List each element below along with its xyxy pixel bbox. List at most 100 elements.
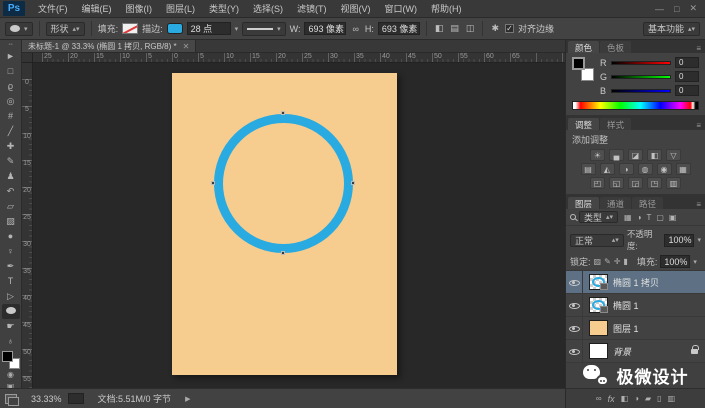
- visibility-toggle[interactable]: [566, 317, 583, 339]
- maximize-button[interactable]: □: [674, 4, 679, 14]
- panel-menu-icon[interactable]: ≡: [696, 200, 705, 209]
- layer-row[interactable]: 椭圆 1: [566, 294, 705, 317]
- color-spectrum-bar[interactable]: [572, 101, 699, 110]
- tab-color[interactable]: 颜色: [568, 41, 600, 53]
- stroke-width-input[interactable]: 28 点: [186, 22, 231, 35]
- menu-item[interactable]: 视图(V): [334, 0, 378, 17]
- layer-thumbnail[interactable]: [589, 343, 608, 359]
- shape-width-input[interactable]: 693 像素: [304, 22, 347, 35]
- layer-thumbnail[interactable]: [589, 320, 608, 336]
- zoom-level[interactable]: 33.33%: [23, 394, 68, 404]
- delete-layer-icon[interactable]: ▥: [668, 394, 676, 403]
- menu-item[interactable]: 图层(L): [159, 0, 202, 17]
- anchor-point-right[interactable]: [351, 181, 355, 185]
- visibility-toggle[interactable]: [566, 271, 583, 293]
- menu-item[interactable]: 选择(S): [246, 0, 290, 17]
- toolbar-grip[interactable]: ▪▪: [8, 42, 12, 48]
- path-alignment-icon[interactable]: ▤: [448, 23, 461, 34]
- lock-all-icon[interactable]: ▮: [623, 257, 627, 266]
- foreground-color-swatch[interactable]: [572, 57, 585, 70]
- ellipse-shape[interactable]: [214, 114, 353, 253]
- stroke-color-swatch[interactable]: [166, 23, 183, 34]
- spot-healing-brush-tool[interactable]: ✚: [2, 139, 20, 154]
- gradient-tool[interactable]: ▨: [2, 214, 20, 229]
- channel-slider[interactable]: [611, 88, 671, 93]
- fill-color-swatch[interactable]: [122, 23, 139, 34]
- history-brush-tool[interactable]: ↶: [2, 184, 20, 199]
- channel-value[interactable]: 0: [675, 71, 699, 82]
- menu-item[interactable]: 滤镜(T): [290, 0, 334, 17]
- color-balance-icon[interactable]: ◭: [599, 163, 615, 175]
- pen-tool[interactable]: ✒: [2, 259, 20, 274]
- lasso-tool[interactable]: ϱ: [2, 79, 20, 94]
- eraser-tool[interactable]: ▱: [2, 199, 20, 214]
- anchor-point-bottom[interactable]: [281, 251, 285, 255]
- tab-channels[interactable]: 通道: [600, 197, 632, 209]
- minimize-button[interactable]: —: [655, 4, 664, 14]
- ellipse-tool[interactable]: [1, 304, 20, 319]
- panel-menu-icon[interactable]: ≡: [696, 44, 705, 53]
- menu-item[interactable]: 编辑(E): [75, 0, 119, 17]
- fill-input[interactable]: 100%: [660, 255, 691, 268]
- menu-item[interactable]: 类型(Y): [202, 0, 246, 17]
- posterize-icon[interactable]: ◱: [609, 177, 624, 189]
- opacity-input[interactable]: 100%: [664, 233, 695, 247]
- rectangular-marquee-tool[interactable]: □: [2, 64, 20, 79]
- gear-icon[interactable]: ✱: [489, 23, 501, 34]
- document-tab[interactable]: 未标题-1 @ 33.3% (椭圆 1 拷贝, RGB/8) * ✕: [22, 40, 197, 52]
- filter-smart-objects-icon[interactable]: ▣: [668, 213, 678, 222]
- crop-tool[interactable]: #: [2, 109, 20, 124]
- new-group-icon[interactable]: ▰: [645, 394, 651, 403]
- lock-transparent-pixels-icon[interactable]: ▨: [594, 257, 602, 266]
- selective-color-icon[interactable]: ▥: [666, 177, 681, 189]
- tab-adjustments[interactable]: 调整: [568, 118, 600, 130]
- menu-item[interactable]: 帮助(H): [424, 0, 469, 17]
- close-document-icon[interactable]: ✕: [183, 42, 190, 51]
- shape-height-input[interactable]: 693 像素: [377, 22, 420, 35]
- menu-item[interactable]: 图像(I): [119, 0, 160, 17]
- levels-icon[interactable]: ▄: [609, 149, 624, 161]
- link-dimensions-icon[interactable]: ∞: [350, 24, 360, 34]
- anchor-point-top[interactable]: [281, 111, 285, 115]
- tab-layers[interactable]: 图层: [568, 197, 600, 209]
- brightness-contrast-icon[interactable]: ☀: [590, 149, 605, 161]
- panel-menu-icon[interactable]: ≡: [696, 121, 705, 130]
- workspace-switcher[interactable]: 基本功能 ▴▾: [642, 21, 700, 36]
- photo-filter-icon[interactable]: ◍: [637, 163, 653, 175]
- layer-row[interactable]: 背景: [566, 340, 705, 363]
- exposure-icon[interactable]: ◧: [647, 149, 662, 161]
- lock-position-icon[interactable]: ✛: [614, 257, 621, 266]
- tab-paths[interactable]: 路径: [632, 197, 664, 209]
- move-tool[interactable]: ►: [2, 49, 20, 64]
- invert-icon[interactable]: ◰: [590, 177, 605, 189]
- type-tool[interactable]: T: [2, 274, 20, 289]
- tab-swatches[interactable]: 色板: [600, 41, 632, 53]
- path-arrangement-icon[interactable]: ◫: [464, 23, 477, 34]
- menu-item[interactable]: 窗口(W): [378, 0, 425, 17]
- path-operations-icon[interactable]: ◧: [433, 23, 446, 34]
- layer-thumbnail[interactable]: [589, 274, 608, 290]
- layer-row[interactable]: 图层 1: [566, 317, 705, 340]
- canvas[interactable]: [172, 73, 397, 375]
- layer-thumbnail[interactable]: [589, 297, 608, 313]
- quick-selection-tool[interactable]: ◎: [2, 94, 20, 109]
- black-white-icon[interactable]: ◑: [618, 163, 634, 175]
- stroke-width-dropdown-icon[interactable]: ▾: [235, 25, 239, 33]
- hand-tool[interactable]: ☛: [2, 319, 20, 334]
- layer-style-icon[interactable]: fx: [608, 394, 615, 404]
- vibrance-icon[interactable]: ▽: [666, 149, 681, 161]
- menu-item[interactable]: 文件(F): [31, 0, 75, 17]
- align-edges-checkbox[interactable]: ✓: [504, 24, 514, 33]
- zoom-tool[interactable]: ♁: [2, 334, 20, 349]
- color-lookup-icon[interactable]: ▦: [675, 163, 691, 175]
- channel-slider[interactable]: [611, 74, 671, 79]
- anchor-point-left[interactable]: [211, 181, 215, 185]
- blend-mode-select[interactable]: 正常 ▴▾: [570, 233, 624, 247]
- visibility-toggle[interactable]: [566, 294, 583, 316]
- color-swatches[interactable]: [572, 57, 594, 81]
- threshold-icon[interactable]: ◲: [628, 177, 643, 189]
- link-layers-icon[interactable]: ∞: [596, 394, 602, 403]
- channel-value[interactable]: 0: [675, 57, 699, 68]
- path-selection-tool[interactable]: ▷: [2, 289, 20, 304]
- filter-pixel-layers-icon[interactable]: ▦: [623, 213, 633, 222]
